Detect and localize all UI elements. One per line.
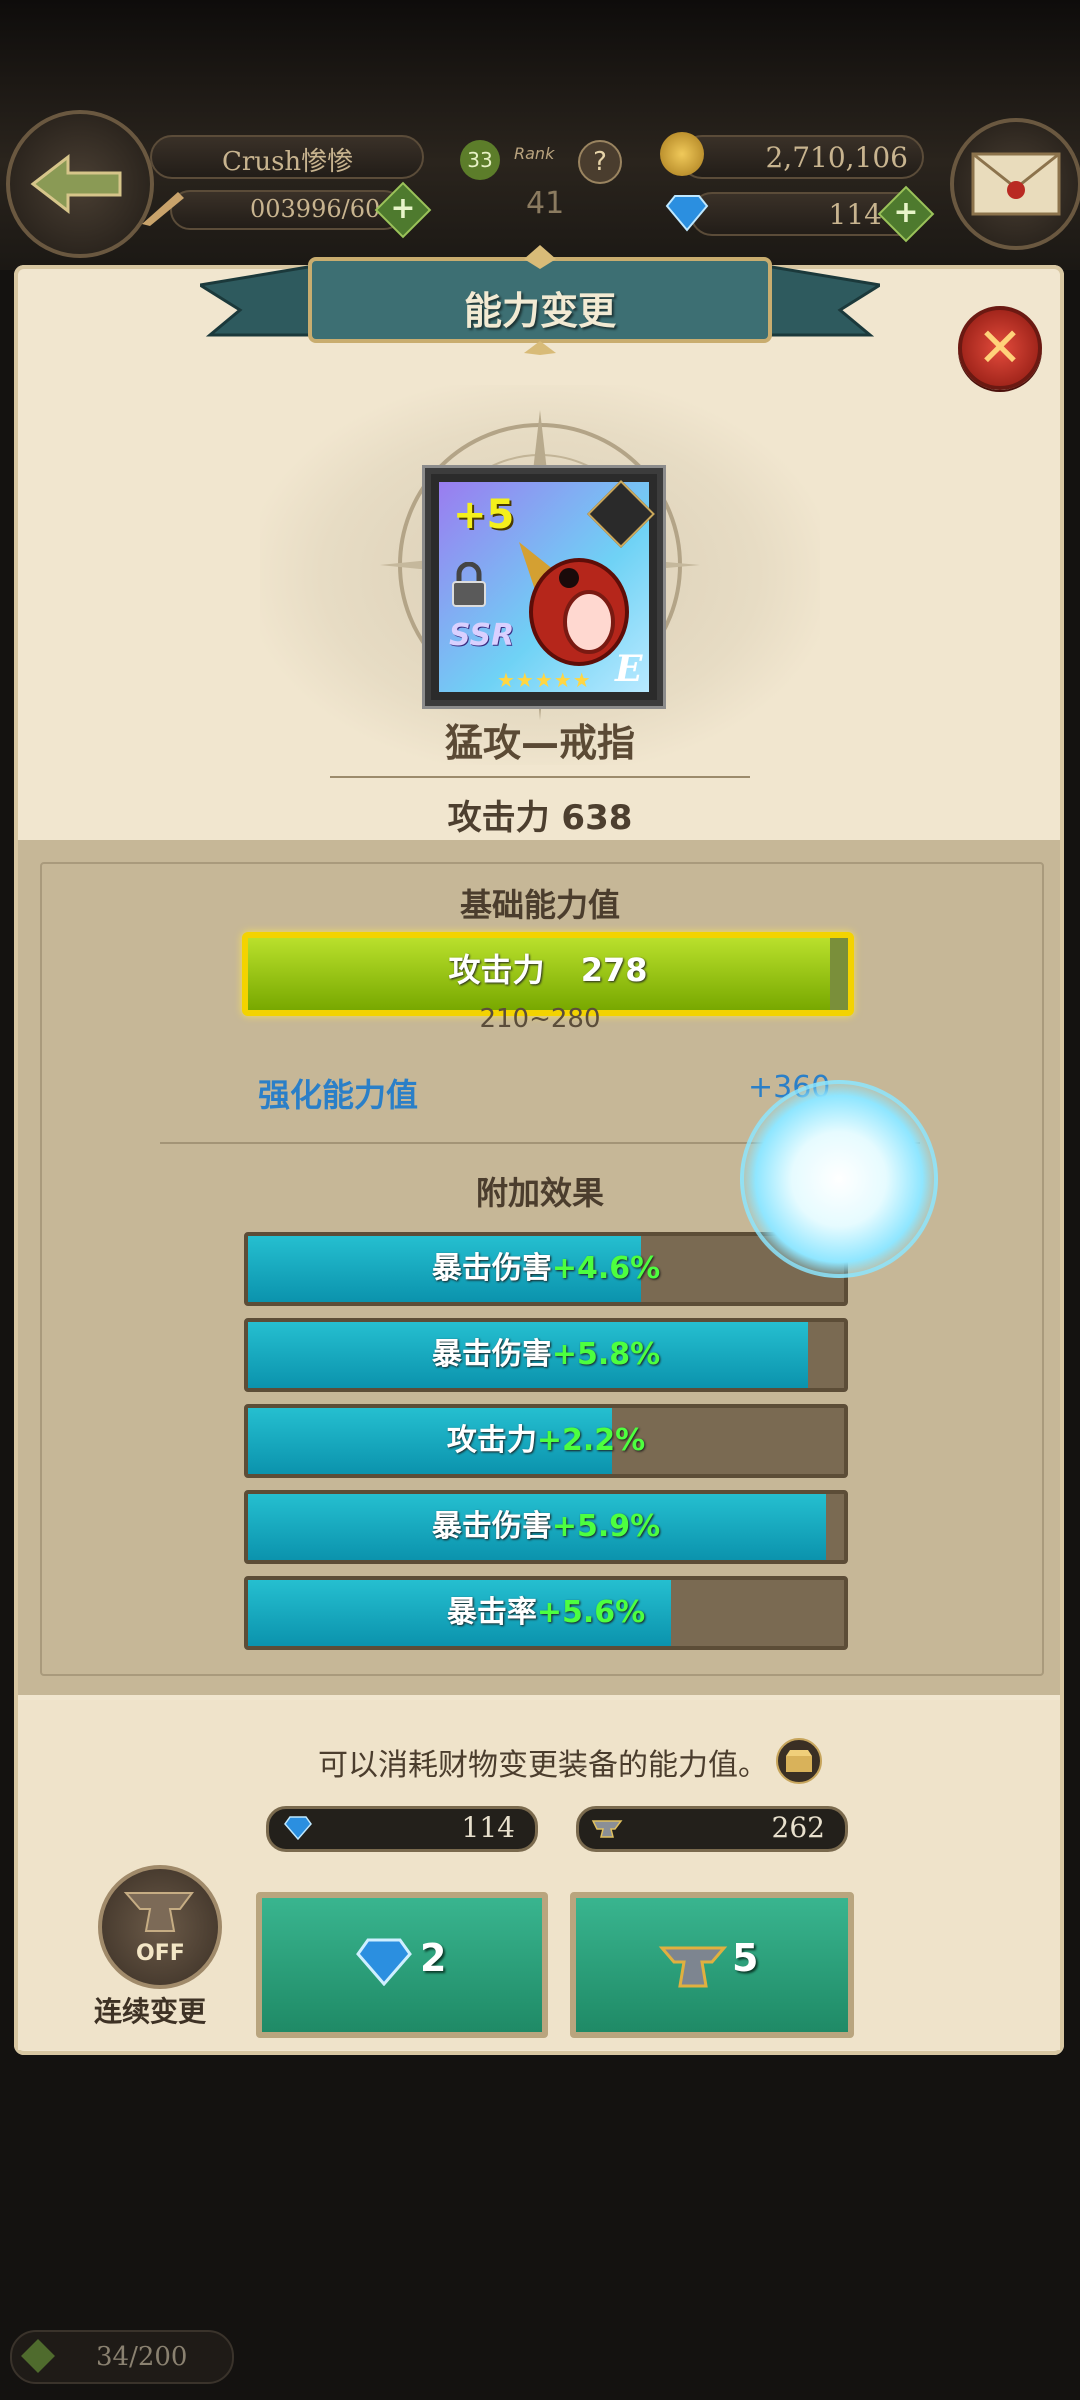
stamina-value: 003996/60 — [250, 195, 381, 223]
base-stat-label: 攻击力 278 — [248, 938, 848, 1010]
auto-change-toggle[interactable]: OFF — [98, 1865, 222, 1989]
gem-small-icon — [284, 1816, 312, 1841]
effect-name: 暴击伤害 — [431, 1509, 552, 1544]
dialog-title: 能力变更 — [463, 289, 616, 333]
player-name: Crush惨惨 — [222, 147, 354, 177]
base-stat-name: 攻击力 — [448, 951, 545, 989]
anvil-resource-value: 262 — [771, 1811, 825, 1844]
level-badge: 33 — [460, 140, 500, 180]
anvil-resource: 262 — [576, 1806, 848, 1852]
anvil-small-icon — [591, 1820, 623, 1838]
attack-summary: 攻击力 638 — [447, 798, 633, 838]
effect-bar: 攻击力+2.2% — [244, 1404, 848, 1478]
rank-value: 41 — [526, 186, 565, 221]
effect-value: +2.2% — [536, 1423, 646, 1458]
gem-resource: 114 — [266, 1806, 538, 1852]
effect-bar: 暴击率+5.6% — [244, 1576, 848, 1650]
effect-value: +5.6% — [536, 1595, 646, 1630]
effects-section-title: 附加效果 — [475, 1174, 604, 1212]
mail-button[interactable] — [950, 118, 1080, 250]
bottom-counter: 34/200 — [10, 2330, 234, 2384]
anvil-cost: 5 — [732, 1936, 759, 1980]
item-art: +5 SSR ★★★★★ E — [439, 480, 655, 692]
gem-cost: 2 — [420, 1936, 447, 1980]
effect-label: 攻击力+2.2% — [248, 1408, 844, 1474]
top-hud: Crush惨惨 003996/60 + 33 Rank 41 ? 2,710,1… — [0, 0, 1080, 270]
effect-value: +5.9% — [551, 1509, 661, 1544]
close-button[interactable]: ✕ — [958, 306, 1042, 390]
toggle-state: OFF — [136, 1941, 185, 1966]
star-rating: ★★★★★ — [497, 668, 592, 692]
effect-bar: 暴击伤害+5.8% — [244, 1318, 848, 1392]
effect-bar: 暴击伤害+5.9% — [244, 1490, 848, 1564]
rarity-badge: SSR — [449, 618, 515, 653]
rank-emblem: Rank 41 — [500, 140, 584, 240]
anvil-button-icon — [658, 1946, 728, 1988]
touch-indicator — [740, 1080, 938, 1278]
gem-value: 114 — [828, 198, 882, 231]
level-value: 33 — [467, 148, 493, 172]
player-name-ribbon: Crush惨惨 — [150, 135, 424, 179]
change-with-gems-button[interactable]: 2 — [256, 1892, 548, 2038]
gold-coin-icon — [660, 132, 704, 176]
back-arrow-icon — [30, 153, 122, 215]
bottom-counter-value: 34/200 — [96, 2342, 188, 2372]
gem-resource-value: 114 — [461, 1811, 515, 1844]
change-with-anvils-button[interactable]: 5 — [570, 1892, 854, 2038]
effect-label: 暴击伤害+5.9% — [248, 1494, 844, 1560]
effect-value: +4.6% — [551, 1251, 661, 1286]
stamina-ribbon: 003996/60 — [170, 190, 404, 230]
help-mark: ? — [593, 147, 607, 177]
gold-value: 2,710,106 — [765, 141, 908, 174]
chest-icon — [786, 1750, 812, 1772]
effect-name: 暴击率 — [446, 1595, 537, 1630]
gold-ribbon: 2,710,106 — [680, 135, 924, 179]
item-card[interactable]: +5 SSR ★★★★★ E — [425, 468, 663, 706]
feather-icon — [142, 192, 184, 226]
effect-bar: 暴击伤害+4.6% — [244, 1232, 848, 1306]
lock-icon — [452, 562, 486, 607]
diamond-icon — [21, 2339, 55, 2373]
gem-icon — [665, 195, 709, 232]
effect-name: 暴击伤害 — [431, 1337, 552, 1372]
grade-badge: E — [615, 648, 643, 690]
info-text: 可以消耗财物变更装备的能力值。 — [318, 1748, 768, 1783]
mail-icon — [971, 152, 1061, 216]
base-section-title: 基础能力值 — [459, 886, 620, 924]
gem-button-icon — [356, 1938, 412, 1986]
effect-name: 攻击力 — [446, 1423, 537, 1458]
close-icon: ✕ — [977, 316, 1023, 379]
effect-name: 暴击伤害 — [431, 1251, 552, 1286]
enhance-label: 强化能力值 — [258, 1076, 419, 1114]
effect-value: +5.8% — [551, 1337, 661, 1372]
base-stat-value: 278 — [580, 951, 648, 989]
ring-icon — [519, 542, 629, 666]
effect-label: 暴击率+5.6% — [248, 1580, 844, 1646]
rank-label: Rank — [514, 144, 555, 163]
auto-change-label: 连续变更 — [94, 1995, 207, 2028]
info-chest-icon[interactable] — [776, 1738, 822, 1784]
effect-label: 暴击伤害+5.8% — [248, 1322, 844, 1388]
help-button[interactable]: ? — [578, 140, 622, 184]
name-underline — [330, 776, 750, 778]
enhance-level: +5 — [453, 492, 515, 538]
effect-label: 暴击伤害+4.6% — [248, 1236, 844, 1302]
anvil-toggle-icon — [123, 1892, 194, 1932]
base-stat-range: 210~280 — [479, 1004, 601, 1034]
back-button[interactable] — [6, 110, 154, 258]
item-name: 猛攻—戒指 — [444, 721, 635, 765]
